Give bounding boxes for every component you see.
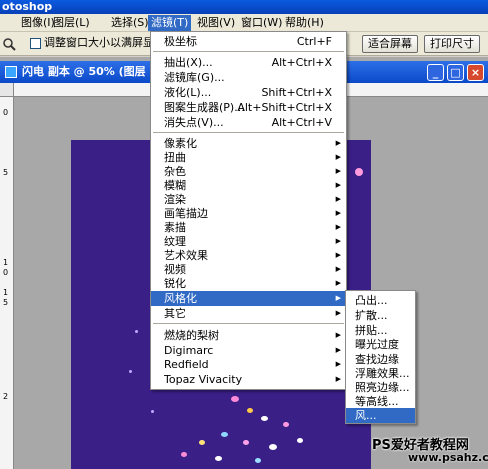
zoom-icon[interactable] xyxy=(2,37,16,51)
submenu-arrow-icon: ▶ xyxy=(335,279,341,287)
menu-item[interactable]: 极坐标 Ctrl+F xyxy=(151,34,346,49)
print-size-button[interactable]: 打印尺寸 xyxy=(424,35,480,53)
app-title: otoshop xyxy=(2,0,53,13)
ruler-label: 2 xyxy=(3,392,9,401)
sparkle-dot xyxy=(199,440,205,445)
menu-item[interactable]: 扭曲 ▶ xyxy=(151,150,346,165)
menu-item[interactable]: 艺术效果 ▶ xyxy=(151,248,346,263)
ruler-label: 1 xyxy=(3,288,9,297)
submenu-arrow-icon: ▶ xyxy=(335,195,341,203)
menu-layer[interactable]: 图层(L) xyxy=(50,15,93,31)
stylize-submenu: 凸出... 扩散... 拼贴... 曝光过度 查找边缘 浮雕效果... 照亮边缘… xyxy=(345,290,416,424)
submenu-item[interactable]: 照亮边缘... xyxy=(346,380,415,395)
menu-select[interactable]: 选择(S) xyxy=(108,15,152,31)
ruler-label: 5 xyxy=(3,168,9,177)
sparkle-dot xyxy=(297,438,303,443)
sparkle-dot xyxy=(215,456,222,461)
menu-item[interactable]: 杂色 ▶ xyxy=(151,164,346,179)
sparkle-dot xyxy=(355,168,363,176)
submenu-arrow-icon: ▶ xyxy=(335,309,341,317)
submenu-item[interactable]: 拼贴... xyxy=(346,323,415,338)
menu-item[interactable]: 图案生成器(P)... Alt+Shift+Ctrl+X xyxy=(151,100,346,115)
sparkle-dot xyxy=(247,408,253,413)
minimize-button[interactable]: _ xyxy=(427,64,444,81)
filter-menu: 极坐标 Ctrl+F 抽出(X)... Alt+Ctrl+X 滤镜库(G)... 液… xyxy=(150,31,347,390)
ruler-label: 0 xyxy=(3,108,9,117)
submenu-item[interactable]: 曝光过度 xyxy=(346,337,415,352)
ruler-label: 0 xyxy=(3,268,9,277)
watermark-url: www.psahz.com xyxy=(408,451,488,464)
sparkle-dot xyxy=(261,416,268,421)
submenu-item[interactable]: 等高线... xyxy=(346,394,415,409)
menu-item[interactable]: 像素化 ▶ xyxy=(151,136,346,151)
menubar: 图像(I) 图层(L) 选择(S) 滤镜(T) 视图(V) 窗口(W) 帮助(H… xyxy=(0,14,488,32)
sparkle-dot xyxy=(129,370,132,373)
fit-screen-button[interactable]: 适合屏幕 xyxy=(362,35,418,53)
sparkle-dot xyxy=(255,458,261,463)
sparkle-dot xyxy=(231,396,239,402)
menu-separator xyxy=(153,51,344,52)
submenu-arrow-icon: ▶ xyxy=(335,375,341,383)
menu-item[interactable]: 滤镜库(G)... xyxy=(151,70,346,85)
submenu-arrow-icon: ▶ xyxy=(335,294,341,302)
sparkle-dot xyxy=(135,330,138,333)
menu-window[interactable]: 窗口(W) xyxy=(238,15,285,31)
menu-item[interactable]: 锐化 ▶ xyxy=(151,276,346,291)
submenu-arrow-icon: ▶ xyxy=(335,265,341,273)
submenu-item[interactable]: 查找边缘 xyxy=(346,352,415,367)
submenu-item[interactable]: 凸出... xyxy=(346,293,415,308)
document-icon xyxy=(5,66,17,78)
sparkle-dot xyxy=(151,410,154,413)
menu-item[interactable]: 纹理 ▶ xyxy=(151,234,346,249)
submenu-arrow-icon: ▶ xyxy=(335,237,341,245)
sparkle-dot xyxy=(243,440,249,445)
menu-item[interactable]: 画笔描边 ▶ xyxy=(151,206,346,221)
sparkle-dot xyxy=(269,444,277,450)
submenu-arrow-icon: ▶ xyxy=(335,167,341,175)
sparkle-dot xyxy=(283,422,289,427)
app-title-bar: otoshop xyxy=(0,0,488,14)
submenu-arrow-icon: ▶ xyxy=(335,209,341,217)
sparkle-dot xyxy=(221,432,228,437)
submenu-arrow-icon: ▶ xyxy=(335,346,341,354)
menu-item[interactable]: 其它 ▶ xyxy=(151,306,346,321)
submenu-item[interactable]: 浮雕效果... xyxy=(346,366,415,381)
menu-item[interactable]: Redfield ▶ xyxy=(151,357,346,372)
submenu-arrow-icon: ▶ xyxy=(335,181,341,189)
menu-item[interactable]: 素描 ▶ xyxy=(151,220,346,235)
menu-filter[interactable]: 滤镜(T) xyxy=(148,15,192,31)
resize-window-label: 调整窗口大小以满屏显示 xyxy=(44,36,165,49)
submenu-arrow-icon: ▶ xyxy=(335,331,341,339)
close-button[interactable]: × xyxy=(467,64,484,81)
menu-view[interactable]: 视图(V) xyxy=(194,15,238,31)
ruler-label: 1 xyxy=(3,258,9,267)
menu-item[interactable]: Digimarc ▶ xyxy=(151,343,346,358)
submenu-item[interactable]: 扩散... xyxy=(346,308,415,323)
document-title: 闪电 副本 @ 50% (图层 xyxy=(22,65,146,78)
ruler-corner xyxy=(0,83,14,97)
menu-separator xyxy=(153,323,344,324)
maximize-button[interactable]: □ xyxy=(447,64,464,81)
menu-separator xyxy=(153,132,344,133)
menu-item-stylize[interactable]: 风格化 ▶ xyxy=(151,291,346,306)
sparkle-dot xyxy=(181,452,187,457)
ruler-label: 5 xyxy=(3,298,9,307)
menu-item[interactable]: Topaz Vivacity ▶ xyxy=(151,372,346,387)
menu-item[interactable]: 抽出(X)... Alt+Ctrl+X xyxy=(151,55,346,70)
menu-help[interactable]: 帮助(H) xyxy=(282,15,327,31)
vertical-ruler: 0 5 1 0 1 5 2 xyxy=(0,83,14,469)
submenu-arrow-icon: ▶ xyxy=(335,251,341,259)
menu-item[interactable]: 燃烧的梨树 ▶ xyxy=(151,328,346,343)
submenu-arrow-icon: ▶ xyxy=(335,153,341,161)
menu-item[interactable]: 液化(L)... Shift+Ctrl+X xyxy=(151,85,346,100)
submenu-arrow-icon: ▶ xyxy=(335,360,341,368)
menu-item[interactable]: 消失点(V)... Alt+Ctrl+V xyxy=(151,115,346,130)
menu-item[interactable]: 模糊 ▶ xyxy=(151,178,346,193)
resize-window-checkbox[interactable] xyxy=(30,38,41,49)
menu-item[interactable]: 渲染 ▶ xyxy=(151,192,346,207)
submenu-arrow-icon: ▶ xyxy=(335,223,341,231)
menu-item[interactable]: 视频 ▶ xyxy=(151,262,346,277)
submenu-arrow-icon: ▶ xyxy=(335,139,341,147)
submenu-item-wind[interactable]: 风... xyxy=(346,408,415,423)
